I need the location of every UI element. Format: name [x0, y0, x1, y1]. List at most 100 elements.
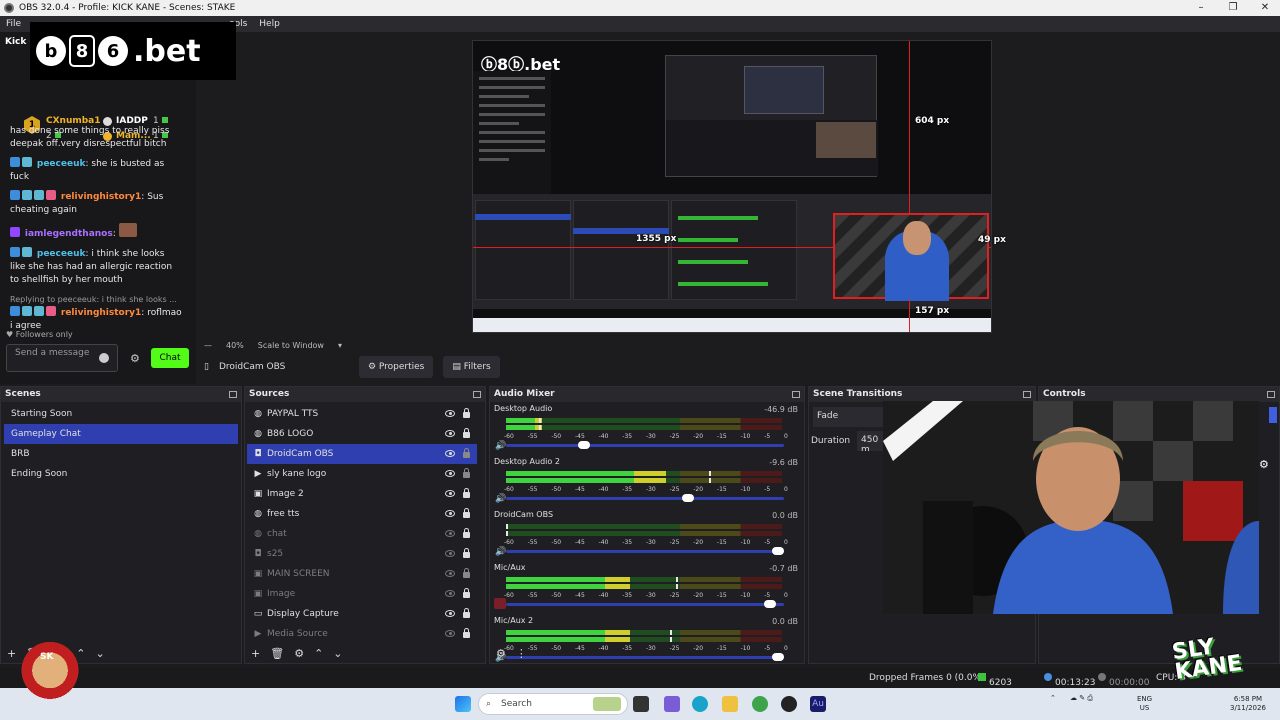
- chat-message-input[interactable]: Send a message: [6, 344, 118, 372]
- volume-slider[interactable]: [506, 441, 784, 449]
- chevron-down-icon[interactable]: ⌄: [333, 647, 342, 660]
- mixer-settings-gear-icon[interactable]: ⚙: [496, 647, 506, 660]
- scene-item[interactable]: Ending Soon: [4, 464, 238, 484]
- taskbar-search[interactable]: ⌕ Search: [478, 693, 628, 715]
- transition-type-select[interactable]: Fade: [813, 407, 887, 427]
- copilot-icon[interactable]: [664, 696, 680, 712]
- remove-source-icon[interactable]: 🗑: [270, 647, 284, 660]
- chat-settings-gear-icon[interactable]: ⚙: [130, 352, 140, 365]
- source-item[interactable]: ◍ PAYPAL TTS: [247, 404, 477, 424]
- volume-slider[interactable]: [506, 547, 784, 555]
- task-view-icon[interactable]: [633, 696, 649, 712]
- muted-speaker-icon[interactable]: [494, 598, 506, 609]
- preview-canvas[interactable]: ⓑ8ⓑ.bet: [472, 40, 992, 333]
- chat-send-button[interactable]: Chat: [151, 348, 189, 368]
- obs-taskbar-icon[interactable]: [781, 696, 797, 712]
- zoom-level[interactable]: 40%: [226, 341, 244, 350]
- language-indicator[interactable]: ENG US: [1137, 695, 1152, 713]
- lock-icon[interactable]: [463, 508, 470, 518]
- unlock-icon[interactable]: [463, 568, 470, 578]
- volume-slider[interactable]: [506, 600, 784, 608]
- undock-icon[interactable]: [473, 391, 481, 398]
- undock-icon[interactable]: [792, 391, 800, 398]
- eye-icon[interactable]: [445, 510, 455, 517]
- chat-username[interactable]: iamlegendthanos: [25, 229, 113, 239]
- lock-icon[interactable]: [463, 608, 470, 618]
- file-explorer-icon[interactable]: [722, 696, 738, 712]
- chevron-down-icon[interactable]: ▾: [338, 341, 342, 350]
- properties-button[interactable]: ⚙ Properties: [358, 356, 434, 378]
- source-item[interactable]: ▣ MAIN SCREEN: [247, 564, 477, 584]
- undock-icon[interactable]: [229, 391, 237, 398]
- source-item[interactable]: ◍ B86 LOGO: [247, 424, 477, 444]
- tray-icons[interactable]: ☁ ✎ ⎙: [1070, 694, 1093, 703]
- volume-slider[interactable]: [506, 494, 784, 502]
- app-icon[interactable]: [752, 696, 768, 712]
- eye-icon[interactable]: [445, 430, 455, 437]
- preview-area[interactable]: ⓑ8ⓑ.bet 604 px 1355 px 49 px 157 px: [196, 32, 1280, 338]
- eye-hidden-icon[interactable]: [445, 590, 455, 597]
- source-item[interactable]: ▭ Display Capture: [247, 604, 477, 624]
- scale-mode[interactable]: Scale to Window: [258, 341, 324, 350]
- scrollbar[interactable]: [1269, 407, 1277, 423]
- lock-icon[interactable]: [463, 428, 470, 438]
- close-button[interactable]: ✕: [1250, 0, 1280, 16]
- chat-username[interactable]: relivinghistory1: [61, 308, 141, 318]
- source-item[interactable]: ◘ DroidCam OBS: [247, 444, 477, 464]
- lock-icon[interactable]: [463, 548, 470, 558]
- undock-icon[interactable]: [1267, 391, 1275, 398]
- source-item[interactable]: ▣ Image 2: [247, 484, 477, 504]
- chat-username[interactable]: peeceeuk: [37, 159, 86, 169]
- unlock-icon[interactable]: [463, 448, 470, 458]
- speaker-icon[interactable]: 🔊: [495, 494, 506, 504]
- lock-icon[interactable]: [463, 408, 470, 418]
- eye-icon[interactable]: [445, 490, 455, 497]
- eye-hidden-icon[interactable]: [445, 570, 455, 577]
- source-item[interactable]: ▣ Image: [247, 584, 477, 604]
- volume-knob[interactable]: [764, 600, 776, 608]
- source-item[interactable]: ▶ Media Source: [247, 624, 477, 644]
- speaker-icon[interactable]: 🔊: [495, 441, 506, 451]
- emoji-icon[interactable]: [99, 353, 109, 363]
- chevron-up-icon[interactable]: ⌃: [314, 647, 323, 660]
- controls-gear-icon[interactable]: ⚙: [1259, 458, 1269, 471]
- eye-icon[interactable]: [445, 610, 455, 617]
- maximize-button[interactable]: ❐: [1218, 0, 1248, 16]
- scene-item[interactable]: Starting Soon: [4, 404, 238, 424]
- zoom-out-button[interactable]: —: [204, 341, 212, 350]
- source-item[interactable]: ▶ sly kane logo: [247, 464, 477, 484]
- mixer-menu-icon[interactable]: ⋮: [516, 647, 527, 660]
- source-item[interactable]: ◘ s25: [247, 544, 477, 564]
- lock-icon[interactable]: [463, 588, 470, 598]
- chat-username[interactable]: relivinghistory1: [61, 192, 141, 202]
- menu-file[interactable]: File: [0, 19, 27, 29]
- volume-knob[interactable]: [772, 547, 784, 555]
- lock-icon[interactable]: [463, 528, 470, 538]
- add-scene-icon[interactable]: +: [7, 647, 16, 660]
- add-source-icon[interactable]: +: [251, 647, 260, 660]
- edge-icon[interactable]: [692, 696, 708, 712]
- eye-hidden-icon[interactable]: [445, 530, 455, 537]
- volume-knob[interactable]: [578, 441, 590, 449]
- chat-username[interactable]: peeceeuk: [37, 249, 86, 259]
- eye-icon[interactable]: [445, 410, 455, 417]
- speaker-icon[interactable]: 🔊: [495, 547, 506, 557]
- filters-button[interactable]: ▤ Filters: [443, 356, 500, 378]
- source-properties-gear-icon[interactable]: ⚙: [294, 647, 304, 660]
- minimize-button[interactable]: –: [1186, 0, 1216, 16]
- volume-knob[interactable]: [682, 494, 694, 502]
- source-item[interactable]: ◍ free tts: [247, 504, 477, 524]
- eye-icon[interactable]: [445, 470, 455, 477]
- undock-icon[interactable]: [1023, 391, 1031, 398]
- chevron-down-icon[interactable]: ⌄: [95, 647, 104, 660]
- reply-context[interactable]: Replying to peeceeuk: i think she looks …: [10, 293, 182, 306]
- lock-icon[interactable]: [463, 488, 470, 498]
- eye-hidden-icon[interactable]: [445, 550, 455, 557]
- eye-icon[interactable]: [445, 450, 455, 457]
- source-item[interactable]: ◍ chat: [247, 524, 477, 544]
- lock-icon[interactable]: [463, 628, 470, 638]
- canvas-camera-source[interactable]: [833, 213, 989, 301]
- scene-item[interactable]: BRB: [4, 444, 238, 464]
- start-icon[interactable]: [455, 696, 471, 712]
- eye-hidden-icon[interactable]: [445, 630, 455, 637]
